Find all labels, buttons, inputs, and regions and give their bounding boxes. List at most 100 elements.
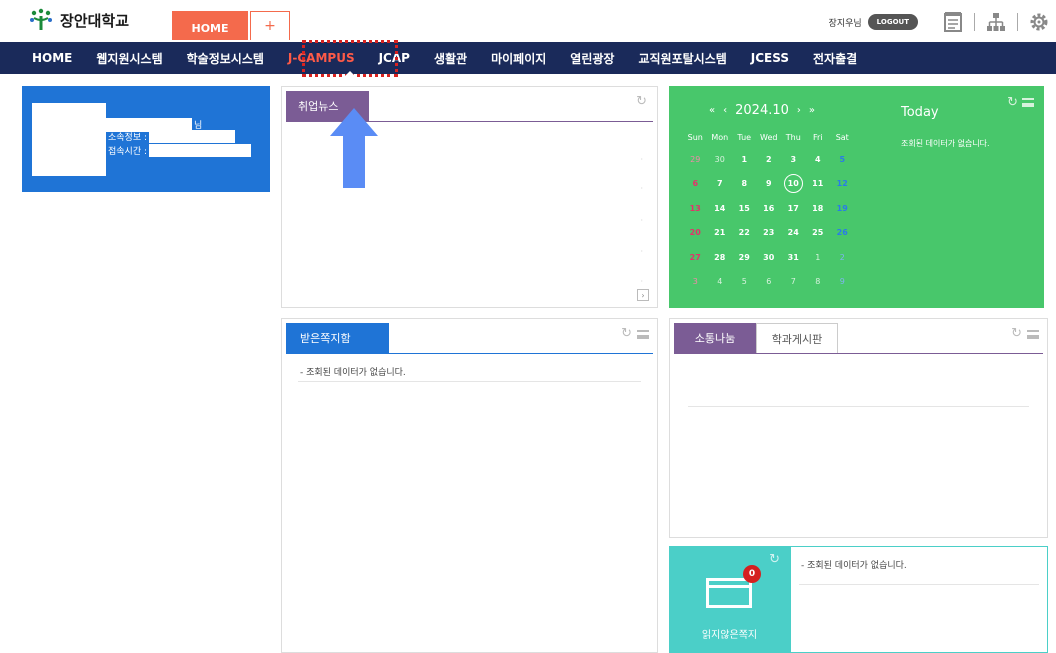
expand-icon[interactable]: ›: [637, 289, 649, 301]
weekday-label: Sat: [835, 133, 849, 142]
logo-text: 장안대학교: [60, 11, 130, 30]
nav-item-7[interactable]: 열린광장: [570, 50, 614, 67]
calendar-day[interactable]: 12: [830, 179, 855, 188]
calendar-day[interactable]: 3: [683, 277, 708, 286]
calendar-day-label: 11: [812, 179, 824, 189]
sitemap-icon[interactable]: [985, 11, 1007, 33]
refresh-icon[interactable]: ↻: [621, 326, 632, 341]
top-bar: 장안대학교 HOME + 장지우님 LOGOUT: [0, 0, 1056, 42]
community-panel: 소통나눔 학과게시판 ↻: [669, 318, 1048, 538]
calendar-day[interactable]: 18: [806, 204, 831, 213]
calendar-day-label: 9: [765, 179, 772, 189]
refresh-icon[interactable]: ↻: [1011, 326, 1022, 341]
calendar-day[interactable]: 15: [732, 204, 757, 213]
add-tab-button[interactable]: +: [250, 11, 290, 40]
calendar-day-label: 1: [741, 154, 748, 164]
calendar-day[interactable]: 25: [806, 228, 831, 237]
unread-count-badge: 0: [743, 565, 761, 583]
nav-item-8[interactable]: 교직원포탈시스템: [638, 50, 726, 67]
calendar-day[interactable]: 19: [830, 204, 855, 213]
calendar-day[interactable]: 13: [683, 204, 708, 213]
calendar-day[interactable]: 6: [683, 179, 708, 188]
nav-item-0[interactable]: HOME: [32, 51, 72, 65]
university-logo[interactable]: 장안대학교: [28, 8, 129, 32]
calendar-day[interactable]: 24: [781, 228, 806, 237]
calendar-day[interactable]: 11: [806, 179, 831, 188]
calendar-day[interactable]: 2: [757, 155, 782, 164]
tab-dept-board[interactable]: 학과게시판: [756, 323, 838, 353]
calendar-day[interactable]: 4: [708, 277, 733, 286]
calendar-day[interactable]: 4: [806, 155, 831, 164]
calendar-day[interactable]: 16: [757, 204, 782, 213]
calendar-day[interactable]: 14: [708, 204, 733, 213]
logout-button[interactable]: LOGOUT: [867, 14, 918, 30]
tab-community[interactable]: 소통나눔: [674, 323, 756, 353]
calendar-day[interactable]: 9: [757, 179, 782, 188]
calendar-day[interactable]: 22: [732, 228, 757, 237]
calendar-day[interactable]: 7: [708, 179, 733, 188]
nav-item-5[interactable]: 생활관: [434, 50, 467, 67]
calendar-day[interactable]: 7: [781, 277, 806, 286]
calendar-today-cell[interactable]: 10: [781, 174, 806, 194]
tab-received-messages[interactable]: 받은쪽지함: [286, 323, 389, 353]
logo-icon: [30, 8, 52, 30]
nav-item-9[interactable]: JCESS: [751, 51, 789, 65]
calendar-day-label: 29: [738, 252, 750, 262]
calendar-day-label: 5: [741, 277, 747, 287]
prev-year-icon[interactable]: «: [709, 105, 715, 116]
calendar-day[interactable]: 17: [781, 204, 806, 213]
calendar-day[interactable]: 1: [732, 155, 757, 164]
profile-dept-label: 소속정보 :: [108, 133, 148, 143]
refresh-icon[interactable]: ↻: [636, 94, 647, 109]
calendar-day-label: 30: [714, 154, 725, 164]
weekday-label: Fri: [812, 133, 823, 142]
calendar-day-label: 6: [692, 179, 699, 189]
calendar-day[interactable]: 21: [708, 228, 733, 237]
weekday-label: Sun: [687, 133, 703, 142]
toolbar-separator: [1017, 13, 1018, 31]
unread-empty-text: - 조회된 데이터가 없습니다.: [801, 561, 907, 571]
calendar-day[interactable]: 29: [683, 155, 708, 164]
menu-icon[interactable]: [637, 330, 649, 339]
nav-item-10[interactable]: 전자출결: [813, 50, 857, 67]
row-divider: [298, 381, 641, 382]
calendar-day[interactable]: 5: [732, 277, 757, 286]
next-year-icon[interactable]: »: [809, 105, 815, 116]
calendar-day[interactable]: 3: [781, 155, 806, 164]
calendar-day[interactable]: 6: [757, 277, 782, 286]
calendar-day[interactable]: 2: [830, 253, 855, 262]
profile-dept-row: 소속정보 :: [108, 130, 236, 143]
refresh-icon[interactable]: ↻: [1007, 95, 1018, 110]
menu-icon[interactable]: [1022, 98, 1034, 107]
calendar-day[interactable]: 9: [830, 277, 855, 286]
refresh-icon[interactable]: ↻: [769, 552, 780, 567]
calendar-day[interactable]: 31: [781, 253, 806, 262]
nav-item-2[interactable]: 학술정보시스템: [187, 50, 264, 67]
calendar-day-label: 27: [689, 252, 701, 262]
calendar-day[interactable]: 29: [732, 253, 757, 262]
nav-item-6[interactable]: 마이페이지: [491, 50, 546, 67]
calendar-day[interactable]: 28: [708, 253, 733, 262]
gear-icon[interactable]: [1028, 11, 1050, 33]
calendar-day[interactable]: 8: [732, 179, 757, 188]
menu-icon[interactable]: [1027, 330, 1039, 339]
calendar-day[interactable]: 5: [830, 155, 855, 164]
prev-month-icon[interactable]: ‹: [723, 105, 727, 116]
calendar-day-label: 4: [717, 277, 723, 287]
calendar-day[interactable]: 8: [806, 277, 831, 286]
row-divider: [799, 584, 1039, 585]
tab-home[interactable]: HOME: [172, 11, 248, 40]
notepad-icon[interactable]: [942, 11, 964, 33]
calendar-day[interactable]: 30: [757, 253, 782, 262]
calendar-day[interactable]: 23: [757, 228, 782, 237]
calendar-day[interactable]: 27: [683, 253, 708, 262]
unread-messages-widget[interactable]: ↻ 0 읽지않은쪽지: [669, 546, 790, 653]
list-dot: ·: [640, 184, 643, 193]
next-month-icon[interactable]: ›: [797, 105, 801, 116]
calendar-day[interactable]: 26: [830, 228, 855, 237]
envelope-icon: [706, 578, 752, 608]
calendar-day[interactable]: 20: [683, 228, 708, 237]
calendar-day[interactable]: 1: [806, 253, 831, 262]
calendar-day[interactable]: 30: [708, 155, 733, 164]
nav-item-1[interactable]: 웹지원시스템: [96, 50, 162, 67]
